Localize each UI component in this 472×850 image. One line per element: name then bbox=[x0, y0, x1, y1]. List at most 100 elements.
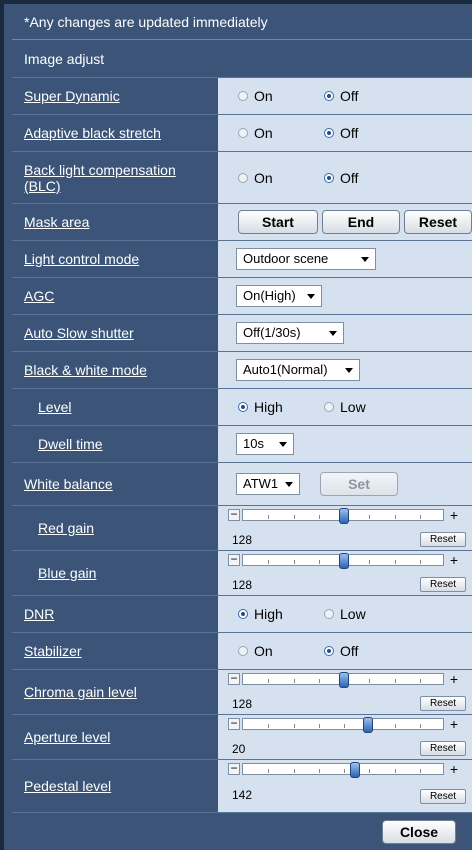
slider-tick bbox=[294, 679, 295, 683]
radio-label: Low bbox=[340, 399, 366, 415]
minus-icon[interactable]: − bbox=[228, 717, 240, 730]
blc-link[interactable]: Back light compensation (BLC) bbox=[24, 162, 216, 194]
slider-tick bbox=[268, 560, 269, 564]
aperture-value: 20 bbox=[232, 742, 246, 756]
level-low-radio[interactable]: Low bbox=[324, 399, 366, 415]
red-gain-reset-button[interactable]: Reset bbox=[420, 532, 466, 547]
pedestal-link[interactable]: Pedestal level bbox=[24, 778, 111, 794]
pedestal-reset-button[interactable]: Reset bbox=[420, 789, 466, 804]
blue-gain-slider[interactable]: − + bbox=[228, 553, 460, 569]
super-dynamic-on-radio[interactable]: On bbox=[238, 88, 273, 104]
minus-icon[interactable]: − bbox=[228, 762, 240, 775]
bw-mode-select[interactable]: Auto1(Normal) bbox=[236, 359, 360, 381]
slider-knob[interactable] bbox=[339, 672, 349, 688]
plus-icon[interactable]: + bbox=[448, 672, 460, 686]
stabilizer-off-radio[interactable]: Off bbox=[324, 643, 358, 659]
plus-icon[interactable]: + bbox=[448, 553, 460, 567]
slider-knob[interactable] bbox=[339, 553, 349, 569]
adaptive-black-off-radio[interactable]: Off bbox=[324, 125, 358, 141]
plus-icon[interactable]: + bbox=[448, 762, 460, 776]
chevron-down-icon bbox=[345, 368, 353, 373]
chevron-down-icon bbox=[307, 294, 315, 299]
dwell-link[interactable]: Dwell time bbox=[38, 436, 103, 452]
slider-tick bbox=[319, 515, 320, 519]
radio-label: High bbox=[254, 606, 283, 622]
chevron-down-icon bbox=[279, 442, 287, 447]
slider-tick bbox=[344, 724, 345, 728]
dnr-high-radio[interactable]: High bbox=[238, 606, 283, 622]
row-adaptive-black: Adaptive black stretch On Off bbox=[12, 114, 472, 151]
label-cell: Aperture level bbox=[12, 715, 216, 759]
plus-icon[interactable]: + bbox=[448, 717, 460, 731]
white-balance-link[interactable]: White balance bbox=[24, 476, 113, 492]
slider-tick bbox=[420, 769, 421, 773]
section-title: Image adjust bbox=[24, 51, 105, 67]
blue-gain-reset-button[interactable]: Reset bbox=[420, 577, 466, 592]
aperture-reset-button[interactable]: Reset bbox=[420, 741, 466, 756]
slider-track[interactable] bbox=[242, 508, 444, 524]
label-cell: Red gain bbox=[12, 506, 216, 550]
chroma-slider[interactable]: − + bbox=[228, 672, 460, 688]
level-link[interactable]: Level bbox=[38, 399, 71, 415]
reset-button[interactable]: Reset bbox=[404, 210, 472, 234]
minus-icon[interactable]: − bbox=[228, 553, 240, 566]
dnr-low-radio[interactable]: Low bbox=[324, 606, 366, 622]
slider-tick bbox=[420, 560, 421, 564]
agc-select[interactable]: On(High) bbox=[236, 285, 322, 307]
value-cell: − + 128 Reset bbox=[218, 551, 472, 595]
slider-tick bbox=[294, 769, 295, 773]
blc-off-radio[interactable]: Off bbox=[324, 170, 358, 186]
plus-icon[interactable]: + bbox=[448, 508, 460, 522]
pedestal-slider[interactable]: − + bbox=[228, 762, 460, 778]
close-button[interactable]: Close bbox=[382, 820, 456, 844]
slider-track[interactable] bbox=[242, 762, 444, 778]
stabilizer-link[interactable]: Stabilizer bbox=[24, 643, 82, 659]
blc-on-radio[interactable]: On bbox=[238, 170, 273, 186]
slider-tick bbox=[268, 769, 269, 773]
light-control-link[interactable]: Light control mode bbox=[24, 251, 139, 267]
dnr-link[interactable]: DNR bbox=[24, 606, 54, 622]
dwell-select[interactable]: 10s bbox=[236, 433, 294, 455]
red-gain-slider[interactable]: − + bbox=[228, 508, 460, 524]
chroma-reset-button[interactable]: Reset bbox=[420, 696, 466, 711]
slider-tick bbox=[395, 679, 396, 683]
slider-knob[interactable] bbox=[339, 508, 349, 524]
chroma-link[interactable]: Chroma gain level bbox=[24, 684, 137, 700]
start-button[interactable]: Start bbox=[238, 210, 318, 234]
aperture-slider[interactable]: − + bbox=[228, 717, 460, 733]
value-cell: Off(1/30s) bbox=[218, 315, 472, 351]
light-control-select[interactable]: Outdoor scene bbox=[236, 248, 376, 270]
adaptive-black-on-radio[interactable]: On bbox=[238, 125, 273, 141]
slider-track[interactable] bbox=[242, 672, 444, 688]
level-high-radio[interactable]: High bbox=[238, 399, 283, 415]
value-cell: Outdoor scene bbox=[218, 241, 472, 277]
slider-knob[interactable] bbox=[350, 762, 360, 778]
value-cell: − + 142 Reset bbox=[218, 760, 472, 812]
slider-tick bbox=[268, 515, 269, 519]
slider-track[interactable] bbox=[242, 553, 444, 569]
slider-tick bbox=[319, 560, 320, 564]
select-value: ATW1 bbox=[243, 476, 279, 491]
value-cell: 10s bbox=[218, 426, 472, 462]
label-cell: Level bbox=[12, 389, 216, 425]
slider-knob[interactable] bbox=[363, 717, 373, 733]
row-blc: Back light compensation (BLC) On Off bbox=[12, 151, 472, 203]
stabilizer-on-radio[interactable]: On bbox=[238, 643, 273, 659]
aperture-link[interactable]: Aperture level bbox=[24, 729, 110, 745]
minus-icon[interactable]: − bbox=[228, 672, 240, 685]
auto-slow-select[interactable]: Off(1/30s) bbox=[236, 322, 344, 344]
super-dynamic-off-radio[interactable]: Off bbox=[324, 88, 358, 104]
adaptive-black-link[interactable]: Adaptive black stretch bbox=[24, 125, 161, 141]
agc-link[interactable]: AGC bbox=[24, 288, 54, 304]
bw-mode-link[interactable]: Black & white mode bbox=[24, 362, 147, 378]
white-balance-select[interactable]: ATW1 bbox=[236, 473, 300, 495]
set-button[interactable]: Set bbox=[320, 472, 398, 496]
red-gain-link[interactable]: Red gain bbox=[38, 520, 94, 536]
minus-icon[interactable]: − bbox=[228, 508, 240, 521]
super-dynamic-link[interactable]: Super Dynamic bbox=[24, 88, 120, 104]
mask-area-link[interactable]: Mask area bbox=[24, 214, 89, 230]
slider-track[interactable] bbox=[242, 717, 444, 733]
end-button[interactable]: End bbox=[322, 210, 400, 234]
auto-slow-link[interactable]: Auto Slow shutter bbox=[24, 325, 134, 341]
blue-gain-link[interactable]: Blue gain bbox=[38, 565, 96, 581]
